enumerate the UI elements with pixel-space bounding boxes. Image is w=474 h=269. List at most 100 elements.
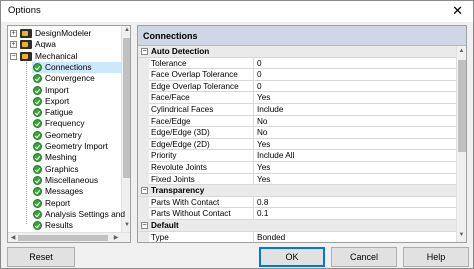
column-divider (253, 196, 254, 209)
ok-button[interactable]: OK (259, 247, 325, 267)
property-value[interactable]: Bonded (257, 232, 285, 242)
property-group-label: Default (151, 221, 179, 230)
property-value[interactable]: Include All (257, 150, 294, 162)
row-gutter (138, 127, 149, 139)
tree-guide-line (26, 61, 27, 225)
scroll-left-arrow-icon[interactable]: ◀ (9, 234, 17, 241)
check-icon (33, 119, 42, 129)
property-row[interactable]: Face/Face Yes (138, 92, 456, 104)
property-value[interactable]: 0 (257, 58, 262, 70)
options-tree: ▲ ▼ ◀ ▶ + DesignModeler + Aqwa − Mechanical Co… (7, 25, 131, 243)
tree-item[interactable]: Miscellaneous (32, 175, 121, 186)
property-name: Parts With Contact (151, 197, 220, 207)
tree-item-label: Results (45, 220, 73, 231)
property-row[interactable]: Edge/Edge (2D) Yes (138, 138, 456, 151)
check-icon (33, 85, 42, 95)
tree-hscroll-thumb[interactable] (18, 235, 108, 241)
property-group-header[interactable]: − Default (138, 220, 456, 232)
property-value[interactable]: Yes (257, 139, 270, 151)
tree-item[interactable]: Geometry Import (32, 141, 121, 152)
reset-button[interactable]: Reset (7, 247, 75, 267)
tree-item[interactable]: Convergence (32, 73, 121, 84)
property-group-header[interactable]: − Auto Detection (138, 46, 456, 58)
property-value[interactable]: No (257, 116, 267, 128)
collapse-icon[interactable]: − (10, 52, 17, 60)
panel-scroll-thumb[interactable] (458, 60, 466, 152)
tree-item[interactable]: Fatigue (32, 107, 121, 118)
property-value[interactable]: Yes (257, 92, 270, 104)
property-row[interactable]: Type Bonded (138, 231, 456, 242)
property-name: Edge Overlap Tolerance (151, 81, 239, 91)
scroll-right-arrow-icon[interactable]: ▶ (112, 234, 120, 241)
property-value[interactable]: Yes (257, 174, 270, 186)
property-value[interactable]: Yes (257, 162, 270, 174)
collapse-icon[interactable]: − (141, 222, 148, 229)
expand-icon[interactable]: + (10, 41, 17, 49)
property-name: Edge/Edge (2D) (151, 139, 210, 149)
tree-item[interactable]: Import (32, 85, 121, 96)
property-value[interactable]: 0.8 (257, 197, 268, 209)
property-row[interactable]: Face/Edge No (138, 115, 456, 128)
tree-item[interactable]: Connections (32, 61, 121, 74)
options-dialog: Options ✕ ▲ ▼ ◀ ▶ + DesignModeler + Aqwa − Me… (0, 0, 474, 269)
tree-item[interactable]: Export (32, 96, 121, 107)
tree-item[interactable]: Messages (32, 186, 121, 197)
help-button[interactable]: Help (403, 247, 469, 267)
scroll-down-arrow-icon[interactable]: ▼ (122, 222, 130, 228)
collapse-icon[interactable]: − (141, 187, 148, 195)
tree-item[interactable]: Analysis Settings and (32, 209, 125, 220)
property-name: Type (151, 232, 169, 242)
property-row[interactable]: Tolerance 0 (138, 57, 456, 70)
tree-item[interactable]: Geometry (32, 130, 121, 141)
row-gutter (138, 196, 149, 209)
property-row[interactable]: Parts With Contact 0.8 (138, 196, 456, 209)
property-row[interactable]: Priority Include All (138, 150, 456, 162)
scroll-up-arrow-icon[interactable]: ▲ (122, 27, 130, 33)
tree-item[interactable]: Results (32, 220, 121, 231)
property-value[interactable]: No (257, 127, 267, 139)
property-row[interactable]: Revolute Joints Yes (138, 162, 456, 174)
tree-item[interactable]: + DesignModeler (8, 28, 121, 39)
tree-item[interactable]: Graphics (32, 164, 121, 175)
property-name: Fixed Joints (151, 174, 195, 184)
tree-item[interactable]: Report (32, 198, 121, 209)
row-gutter (138, 162, 149, 174)
expand-icon[interactable]: + (10, 30, 17, 37)
collapse-icon[interactable]: − (141, 48, 148, 55)
row-gutter (138, 173, 149, 186)
tree-scroll-thumb[interactable] (123, 38, 130, 178)
property-row[interactable]: Cylindrical Faces Include (138, 104, 456, 116)
property-row[interactable]: Fixed Joints Yes (138, 173, 456, 186)
tree-item-label: Graphics (45, 163, 79, 174)
panel-vertical-scrollbar[interactable]: ▲ ▼ (456, 46, 466, 242)
column-divider (253, 150, 254, 162)
property-name: Priority (151, 151, 177, 161)
property-value[interactable]: 0 (257, 69, 262, 81)
property-row[interactable]: Edge Overlap Tolerance 0 (138, 80, 456, 93)
property-group-label: Transparency (151, 186, 205, 196)
check-icon (33, 153, 42, 163)
tree-item[interactable]: − Mechanical (8, 51, 121, 62)
property-name: Face/Edge (151, 116, 191, 126)
tree-vertical-scrollbar[interactable]: ▲ ▼ (121, 26, 130, 232)
tree-horizontal-scrollbar[interactable]: ◀ ▶ (8, 232, 130, 242)
property-value[interactable]: Include (257, 104, 283, 116)
tree-item[interactable]: + Aqwa (8, 39, 121, 50)
tree-item-label: Geometry Import (45, 141, 108, 151)
property-value[interactable]: 0.1 (257, 208, 268, 220)
panel-scroll-up-arrow-icon[interactable]: ▲ (457, 48, 466, 54)
check-icon (33, 175, 42, 185)
property-group-header[interactable]: − Transparency (138, 185, 456, 197)
tree-item[interactable]: Meshing (32, 152, 121, 163)
property-row[interactable]: Parts Without Contact 0.1 (138, 208, 456, 220)
property-value[interactable]: 0 (257, 81, 262, 93)
property-row[interactable]: Edge/Edge (3D) No (138, 127, 456, 139)
tree-item[interactable]: Frequency (32, 118, 121, 129)
cancel-button[interactable]: Cancel (331, 247, 397, 267)
close-icon[interactable]: ✕ (452, 3, 463, 18)
tree-item-label: Analysis Settings and (45, 208, 126, 219)
check-icon (33, 209, 42, 219)
property-row[interactable]: Face Overlap Tolerance 0 (138, 69, 456, 81)
panel-scroll-down-arrow-icon[interactable]: ▼ (457, 232, 466, 238)
tree-item-label: Convergence (45, 73, 95, 84)
